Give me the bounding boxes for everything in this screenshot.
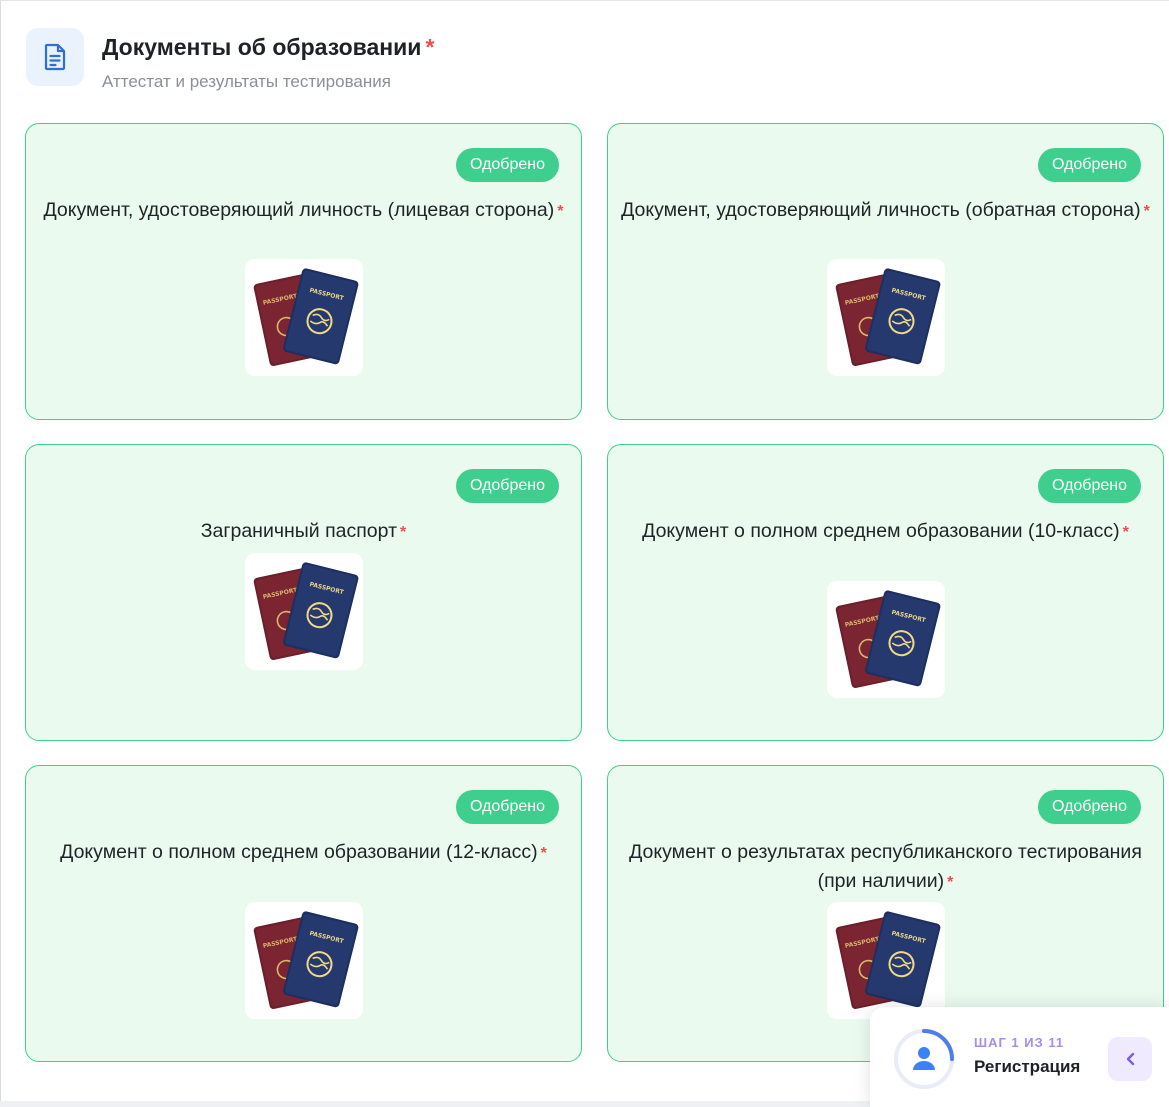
passport-icon: PASSPORT PASSPORT <box>835 590 940 688</box>
passport-icon: PASSPORT PASSPORT <box>835 911 940 1009</box>
document-title-text: Документ о полном среднем образовании (1… <box>642 520 1120 542</box>
document-title: Документ о полном среднем образовании (1… <box>620 517 1151 547</box>
required-mark: * <box>947 874 954 891</box>
status-badge: Одобрено <box>1037 148 1141 182</box>
document-title: Документ, удостоверяющий личность (лицев… <box>38 196 569 226</box>
chevron-left-icon <box>1126 1052 1135 1066</box>
document-title: Документ, удостоверяющий личность (обрат… <box>620 196 1151 226</box>
section-subtitle: Аттестат и результаты тестирования <box>102 72 391 91</box>
step-name: Регистрация <box>974 1057 1081 1076</box>
passport-icon: PASSPORT PASSPORT <box>253 911 358 1009</box>
document-title: Документ о полном среднем образовании (1… <box>38 838 569 868</box>
status-badge: Одобрено <box>455 469 559 503</box>
document-title-text: Заграничный паспорт <box>200 520 397 542</box>
section-title-text: Документы об образовании <box>102 34 422 60</box>
document-card[interactable]: Одобрено Документ, удостоверяющий личнос… <box>25 123 582 420</box>
document-thumbnail[interactable]: PASSPORT PASSPORT <box>826 902 945 1019</box>
document-thumbnail[interactable]: PASSPORT PASSPORT <box>244 259 363 376</box>
status-badge: Одобрено <box>455 790 559 824</box>
document-thumbnail[interactable]: PASSPORT PASSPORT <box>244 902 363 1019</box>
required-mark: * <box>1122 524 1129 541</box>
status-badge: Одобрено <box>1037 469 1141 503</box>
passport-icon: PASSPORT PASSPORT <box>835 268 940 366</box>
document-title-text: Документ о полном среднем образовании (1… <box>60 841 538 863</box>
document-card[interactable]: Одобрено Документ о полном среднем образ… <box>25 765 582 1062</box>
required-mark: * <box>557 203 564 220</box>
document-thumbnail[interactable]: PASSPORT PASSPORT <box>244 553 363 670</box>
user-icon <box>913 1047 935 1070</box>
required-mark: * <box>540 845 547 862</box>
step-counter: ШАГ 1 ИЗ 11 <box>974 1035 1065 1050</box>
progress-stepper[interactable]: ШАГ 1 ИЗ 11 Регистрация <box>870 1007 1169 1107</box>
document-title: Документ о результатах республиканского … <box>620 838 1151 897</box>
status-badge: Одобрено <box>1037 790 1141 824</box>
document-title: Заграничный паспорт * <box>38 517 569 547</box>
required-mark: * <box>1143 203 1150 220</box>
document-card[interactable]: Одобрено Документ, удостоверяющий личнос… <box>607 123 1164 420</box>
document-thumbnail[interactable]: PASSPORT PASSPORT <box>826 259 945 376</box>
collapse-stepper-button[interactable] <box>1108 1037 1152 1081</box>
document-thumbnail[interactable]: PASSPORT PASSPORT <box>826 581 945 698</box>
document-card[interactable]: Одобрено Документ о полном среднем образ… <box>607 444 1164 741</box>
document-title-text: Документ о результатах республиканского … <box>629 841 1142 892</box>
status-badge: Одобрено <box>455 148 559 182</box>
document-title-text: Документ, удостоверяющий личность (лицев… <box>43 199 555 221</box>
document-icon <box>26 28 84 86</box>
required-mark: * <box>425 34 435 60</box>
document-card[interactable]: Одобрено Заграничный паспорт * PASSPORT P… <box>25 444 582 741</box>
progress-ring <box>894 1029 954 1089</box>
passport-icon: PASSPORT PASSPORT <box>253 562 358 660</box>
required-mark: * <box>400 524 407 541</box>
section-title: Документы об образовании * <box>102 34 434 61</box>
document-title-text: Документ, удостоверяющий личность (обрат… <box>621 199 1141 221</box>
passport-icon: PASSPORT PASSPORT <box>253 268 358 366</box>
